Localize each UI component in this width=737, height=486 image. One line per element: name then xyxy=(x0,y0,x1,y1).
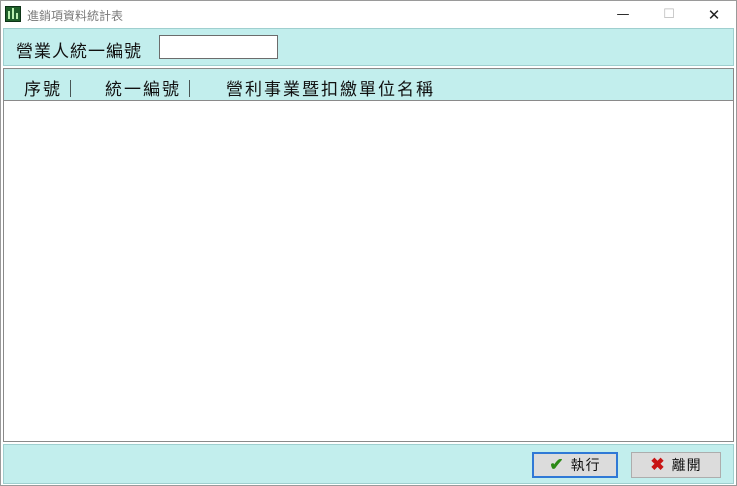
action-panel: ✔ 執行 ✖ 離開 xyxy=(3,444,734,484)
close-icon: ✕ xyxy=(707,5,721,24)
tax-id-label: 營業人統一編號 xyxy=(16,42,142,62)
app-icon xyxy=(5,6,21,22)
minimize-icon: — xyxy=(616,7,630,22)
record-list[interactable]: 序號｜ 統一編號｜ 營利事業暨扣繳單位名稱 xyxy=(3,68,734,442)
tax-id-input[interactable] xyxy=(159,35,278,59)
maximize-button[interactable]: ☐ xyxy=(646,1,692,28)
x-icon: ✖ xyxy=(650,455,666,475)
column-header-company-name[interactable]: 營利事業暨扣繳單位名稱 xyxy=(226,75,435,100)
filter-panel: 營業人統一編號 xyxy=(3,28,734,66)
column-header-tax-id[interactable]: 統一編號｜ xyxy=(105,75,200,100)
column-header-serial[interactable]: 序號｜ xyxy=(24,75,81,100)
leave-label: 離開 xyxy=(671,458,702,474)
list-header: 序號｜ 統一編號｜ 營利事業暨扣繳單位名稱 xyxy=(4,69,733,101)
list-body[interactable] xyxy=(4,101,733,441)
close-button[interactable]: ✕ xyxy=(691,1,737,28)
execute-label: 執行 xyxy=(570,458,601,474)
minimize-button[interactable]: — xyxy=(600,1,646,28)
window-title: 進銷項資料統計表 xyxy=(27,9,124,23)
execute-button[interactable]: ✔ 執行 xyxy=(532,452,618,478)
check-icon: ✔ xyxy=(549,455,565,475)
leave-button[interactable]: ✖ 離開 xyxy=(631,452,721,478)
maximize-icon: ☐ xyxy=(663,7,675,22)
title-bar: 進銷項資料統計表 — ☐ ✕ xyxy=(1,1,736,28)
app-window: 進銷項資料統計表 — ☐ ✕ 營業人統一編號 序號｜ 統一編號｜ 營利事業暨扣繳… xyxy=(0,0,737,486)
